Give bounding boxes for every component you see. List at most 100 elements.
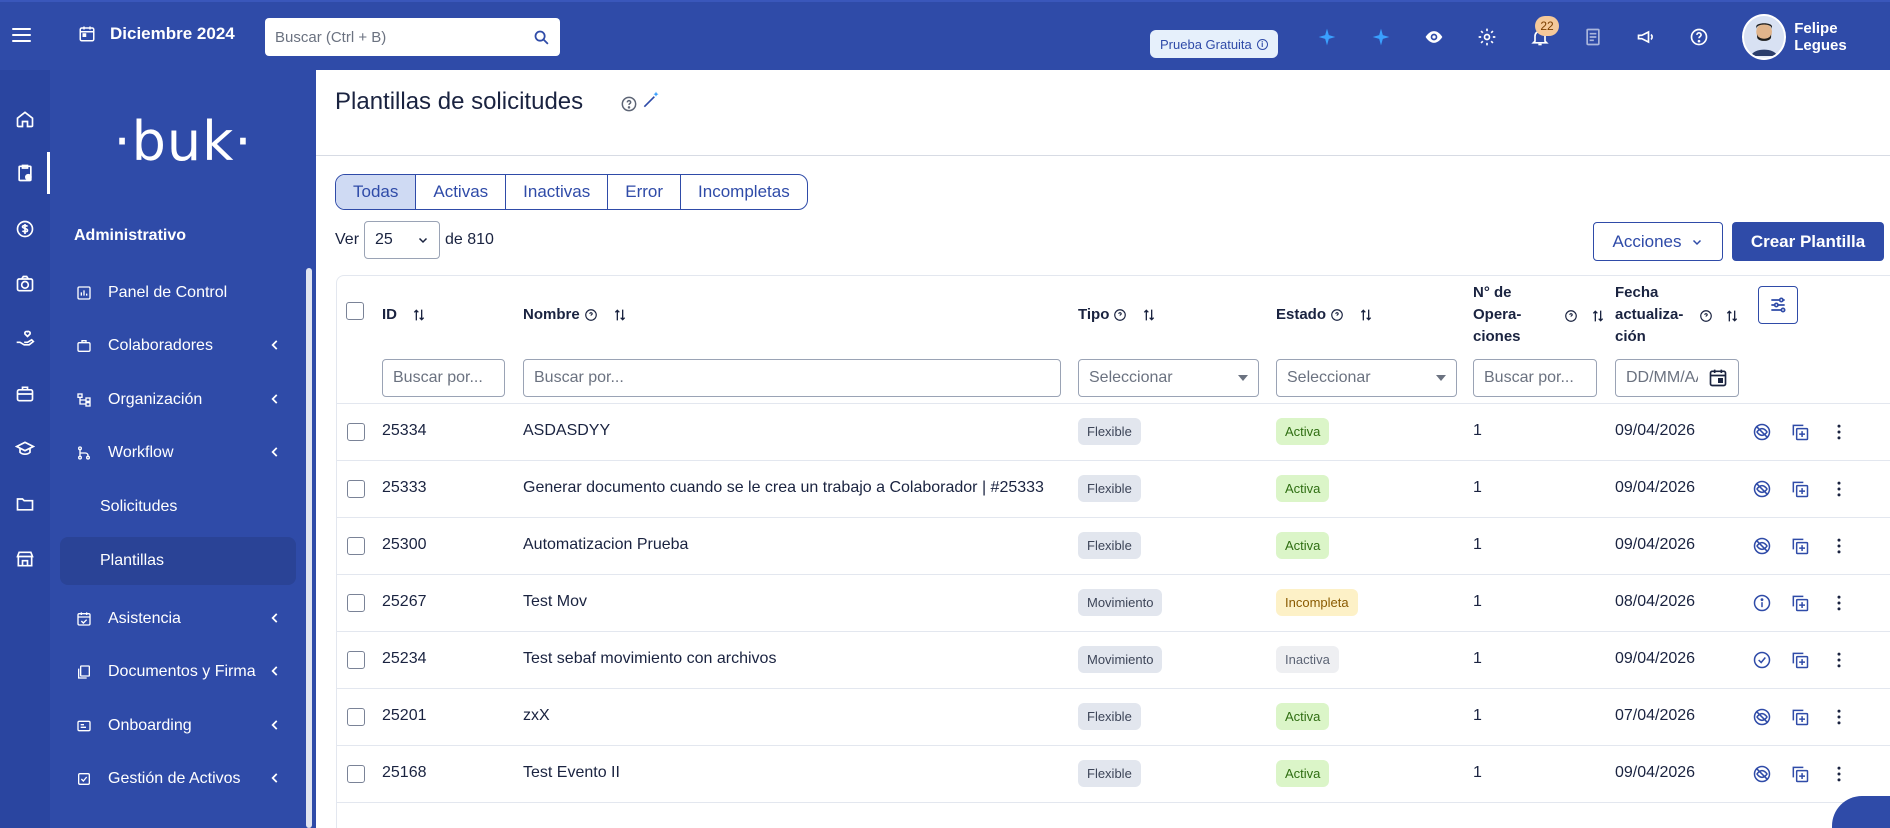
gear-icon[interactable] — [1476, 26, 1498, 48]
row-checkbox[interactable] — [347, 423, 365, 441]
hand-heart-icon[interactable] — [14, 328, 36, 350]
check-circle-icon[interactable] — [1752, 650, 1772, 670]
sidebar-item-colaboradores[interactable]: Colaboradores — [60, 322, 296, 370]
sort-icon[interactable] — [1358, 307, 1374, 323]
sidebar-item-solicitudes[interactable]: Solicitudes — [60, 483, 296, 531]
search-icon[interactable] — [533, 29, 550, 46]
duplicate-icon[interactable] — [1790, 764, 1810, 784]
sidebar-item-organizacion[interactable]: Organización — [60, 376, 296, 424]
tab-inactivas[interactable]: Inactivas — [506, 175, 609, 209]
search-input[interactable] — [275, 28, 533, 46]
eye-off-icon[interactable] — [1752, 764, 1772, 784]
row-nombre[interactable]: Generar documento cuando se le crea un t… — [523, 479, 1044, 497]
more-options-icon[interactable] — [1829, 479, 1849, 499]
tipo-filter-select[interactable]: Seleccionar — [1078, 359, 1259, 397]
id-filter-input[interactable] — [393, 369, 494, 387]
select-all-checkbox[interactable] — [346, 302, 364, 320]
tab-error[interactable]: Error — [608, 175, 682, 209]
info-icon[interactable] — [1752, 593, 1772, 613]
dollar-icon[interactable] — [14, 218, 36, 240]
sidebar-item-plantillas[interactable]: Plantillas — [60, 537, 296, 585]
tab-incompletas[interactable]: Incompletas — [681, 175, 807, 209]
home-icon[interactable] — [14, 108, 36, 130]
date-selector[interactable]: Diciembre 2024 — [78, 24, 235, 44]
row-nombre[interactable]: Automatizacion Prueba — [523, 536, 688, 554]
operaciones-filter-input[interactable] — [1484, 369, 1586, 387]
row-nombre[interactable]: ASDASDYY — [523, 422, 610, 440]
table-row[interactable]: 25201 zxX Flexible Activa 1 07/04/2026 — [337, 689, 1890, 746]
tab-todas[interactable]: Todas — [336, 175, 417, 209]
sparkle-icon[interactable] — [1370, 26, 1392, 48]
duplicate-icon[interactable] — [1790, 650, 1810, 670]
row-checkbox[interactable] — [347, 651, 365, 669]
sidebar-item-workflow[interactable]: Workflow — [60, 429, 296, 477]
help-icon[interactable] — [619, 94, 639, 114]
row-nombre[interactable]: Test Evento II — [523, 764, 620, 782]
row-checkbox[interactable] — [347, 594, 365, 612]
row-checkbox[interactable] — [347, 708, 365, 726]
duplicate-icon[interactable] — [1790, 593, 1810, 613]
create-template-button[interactable]: Crear Plantilla — [1732, 222, 1884, 261]
more-options-icon[interactable] — [1829, 707, 1849, 727]
duplicate-icon[interactable] — [1790, 707, 1810, 727]
help-icon[interactable] — [1699, 309, 1713, 323]
sidebar-scrollbar[interactable] — [306, 268, 312, 828]
id-filter[interactable] — [382, 359, 505, 397]
sidebar-item-onboarding[interactable]: Onboarding — [60, 702, 296, 750]
sort-icon[interactable] — [1590, 308, 1606, 324]
operaciones-filter[interactable] — [1473, 359, 1597, 397]
more-options-icon[interactable] — [1829, 536, 1849, 556]
help-icon[interactable] — [1330, 308, 1344, 322]
sort-icon[interactable] — [1141, 307, 1157, 323]
more-options-icon[interactable] — [1829, 650, 1849, 670]
estado-filter-select[interactable]: Seleccionar — [1276, 359, 1457, 397]
clipboard-icon[interactable] — [14, 162, 36, 184]
row-nombre[interactable]: Test Mov — [523, 593, 587, 611]
column-header-operaciones[interactable]: N° de Opera- ciones — [1473, 282, 1521, 348]
help-icon[interactable] — [1564, 309, 1578, 323]
row-nombre[interactable]: Test sebaf movimiento con archivos — [523, 650, 776, 668]
duplicate-icon[interactable] — [1790, 479, 1810, 499]
column-header-nombre[interactable]: Nombre — [523, 306, 628, 323]
nombre-filter-input[interactable] — [534, 369, 1050, 387]
menu-icon[interactable] — [12, 28, 31, 42]
column-header-id[interactable]: ID — [382, 306, 427, 323]
sidebar-item-asistencia[interactable]: Asistencia — [60, 595, 296, 643]
row-checkbox[interactable] — [347, 537, 365, 555]
more-options-icon[interactable] — [1829, 764, 1849, 784]
actions-button[interactable]: Acciones — [1593, 222, 1723, 261]
fecha-filter[interactable] — [1615, 359, 1739, 397]
sparkle-icon[interactable] — [1316, 26, 1338, 48]
user-menu[interactable]: Felipe Legues — [1742, 14, 1890, 60]
store-icon[interactable] — [14, 548, 36, 570]
camera-icon[interactable] — [14, 273, 36, 295]
table-row[interactable]: 25234 Test sebaf movimiento con archivos… — [337, 632, 1890, 689]
sidebar-item-gestion-de-activos[interactable]: Gestión de Activos — [60, 755, 296, 803]
help-icon[interactable] — [1113, 308, 1127, 322]
row-checkbox[interactable] — [347, 480, 365, 498]
column-header-estado[interactable]: Estado — [1276, 306, 1374, 323]
page-size-select[interactable]: 25 — [364, 221, 441, 259]
table-row[interactable]: 25267 Test Mov Movimiento Incompleta 1 0… — [337, 575, 1890, 632]
trial-badge[interactable]: Prueba Gratuita i — [1150, 30, 1278, 58]
briefcase-icon[interactable] — [14, 383, 36, 405]
table-row[interactable]: 25300 Automatizacion Prueba Flexible Act… — [337, 518, 1890, 575]
table-row[interactable]: 25333 Generar documento cuando se le cre… — [337, 461, 1890, 518]
megaphone-icon[interactable] — [1635, 26, 1657, 48]
more-options-icon[interactable] — [1829, 422, 1849, 442]
magic-wand-icon[interactable] — [641, 90, 661, 110]
help-icon[interactable] — [1688, 26, 1710, 48]
document-icon[interactable] — [1582, 26, 1604, 48]
fecha-filter-input[interactable] — [1626, 369, 1698, 387]
table-row[interactable]: 25168 Test Evento II Flexible Activa 1 0… — [337, 746, 1890, 803]
eye-off-icon[interactable] — [1752, 422, 1772, 442]
sort-icon[interactable] — [612, 307, 628, 323]
sort-icon[interactable] — [411, 307, 427, 323]
tab-activas[interactable]: Activas — [416, 175, 507, 209]
eye-off-icon[interactable] — [1752, 536, 1772, 556]
column-settings-button[interactable] — [1758, 286, 1798, 324]
column-header-tipo[interactable]: Tipo — [1078, 306, 1157, 323]
calendar-icon[interactable] — [1708, 368, 1728, 388]
graduation-icon[interactable] — [14, 438, 36, 460]
table-row[interactable]: 25334 ASDASDYY Flexible Activa 1 09/04/2… — [337, 404, 1890, 461]
